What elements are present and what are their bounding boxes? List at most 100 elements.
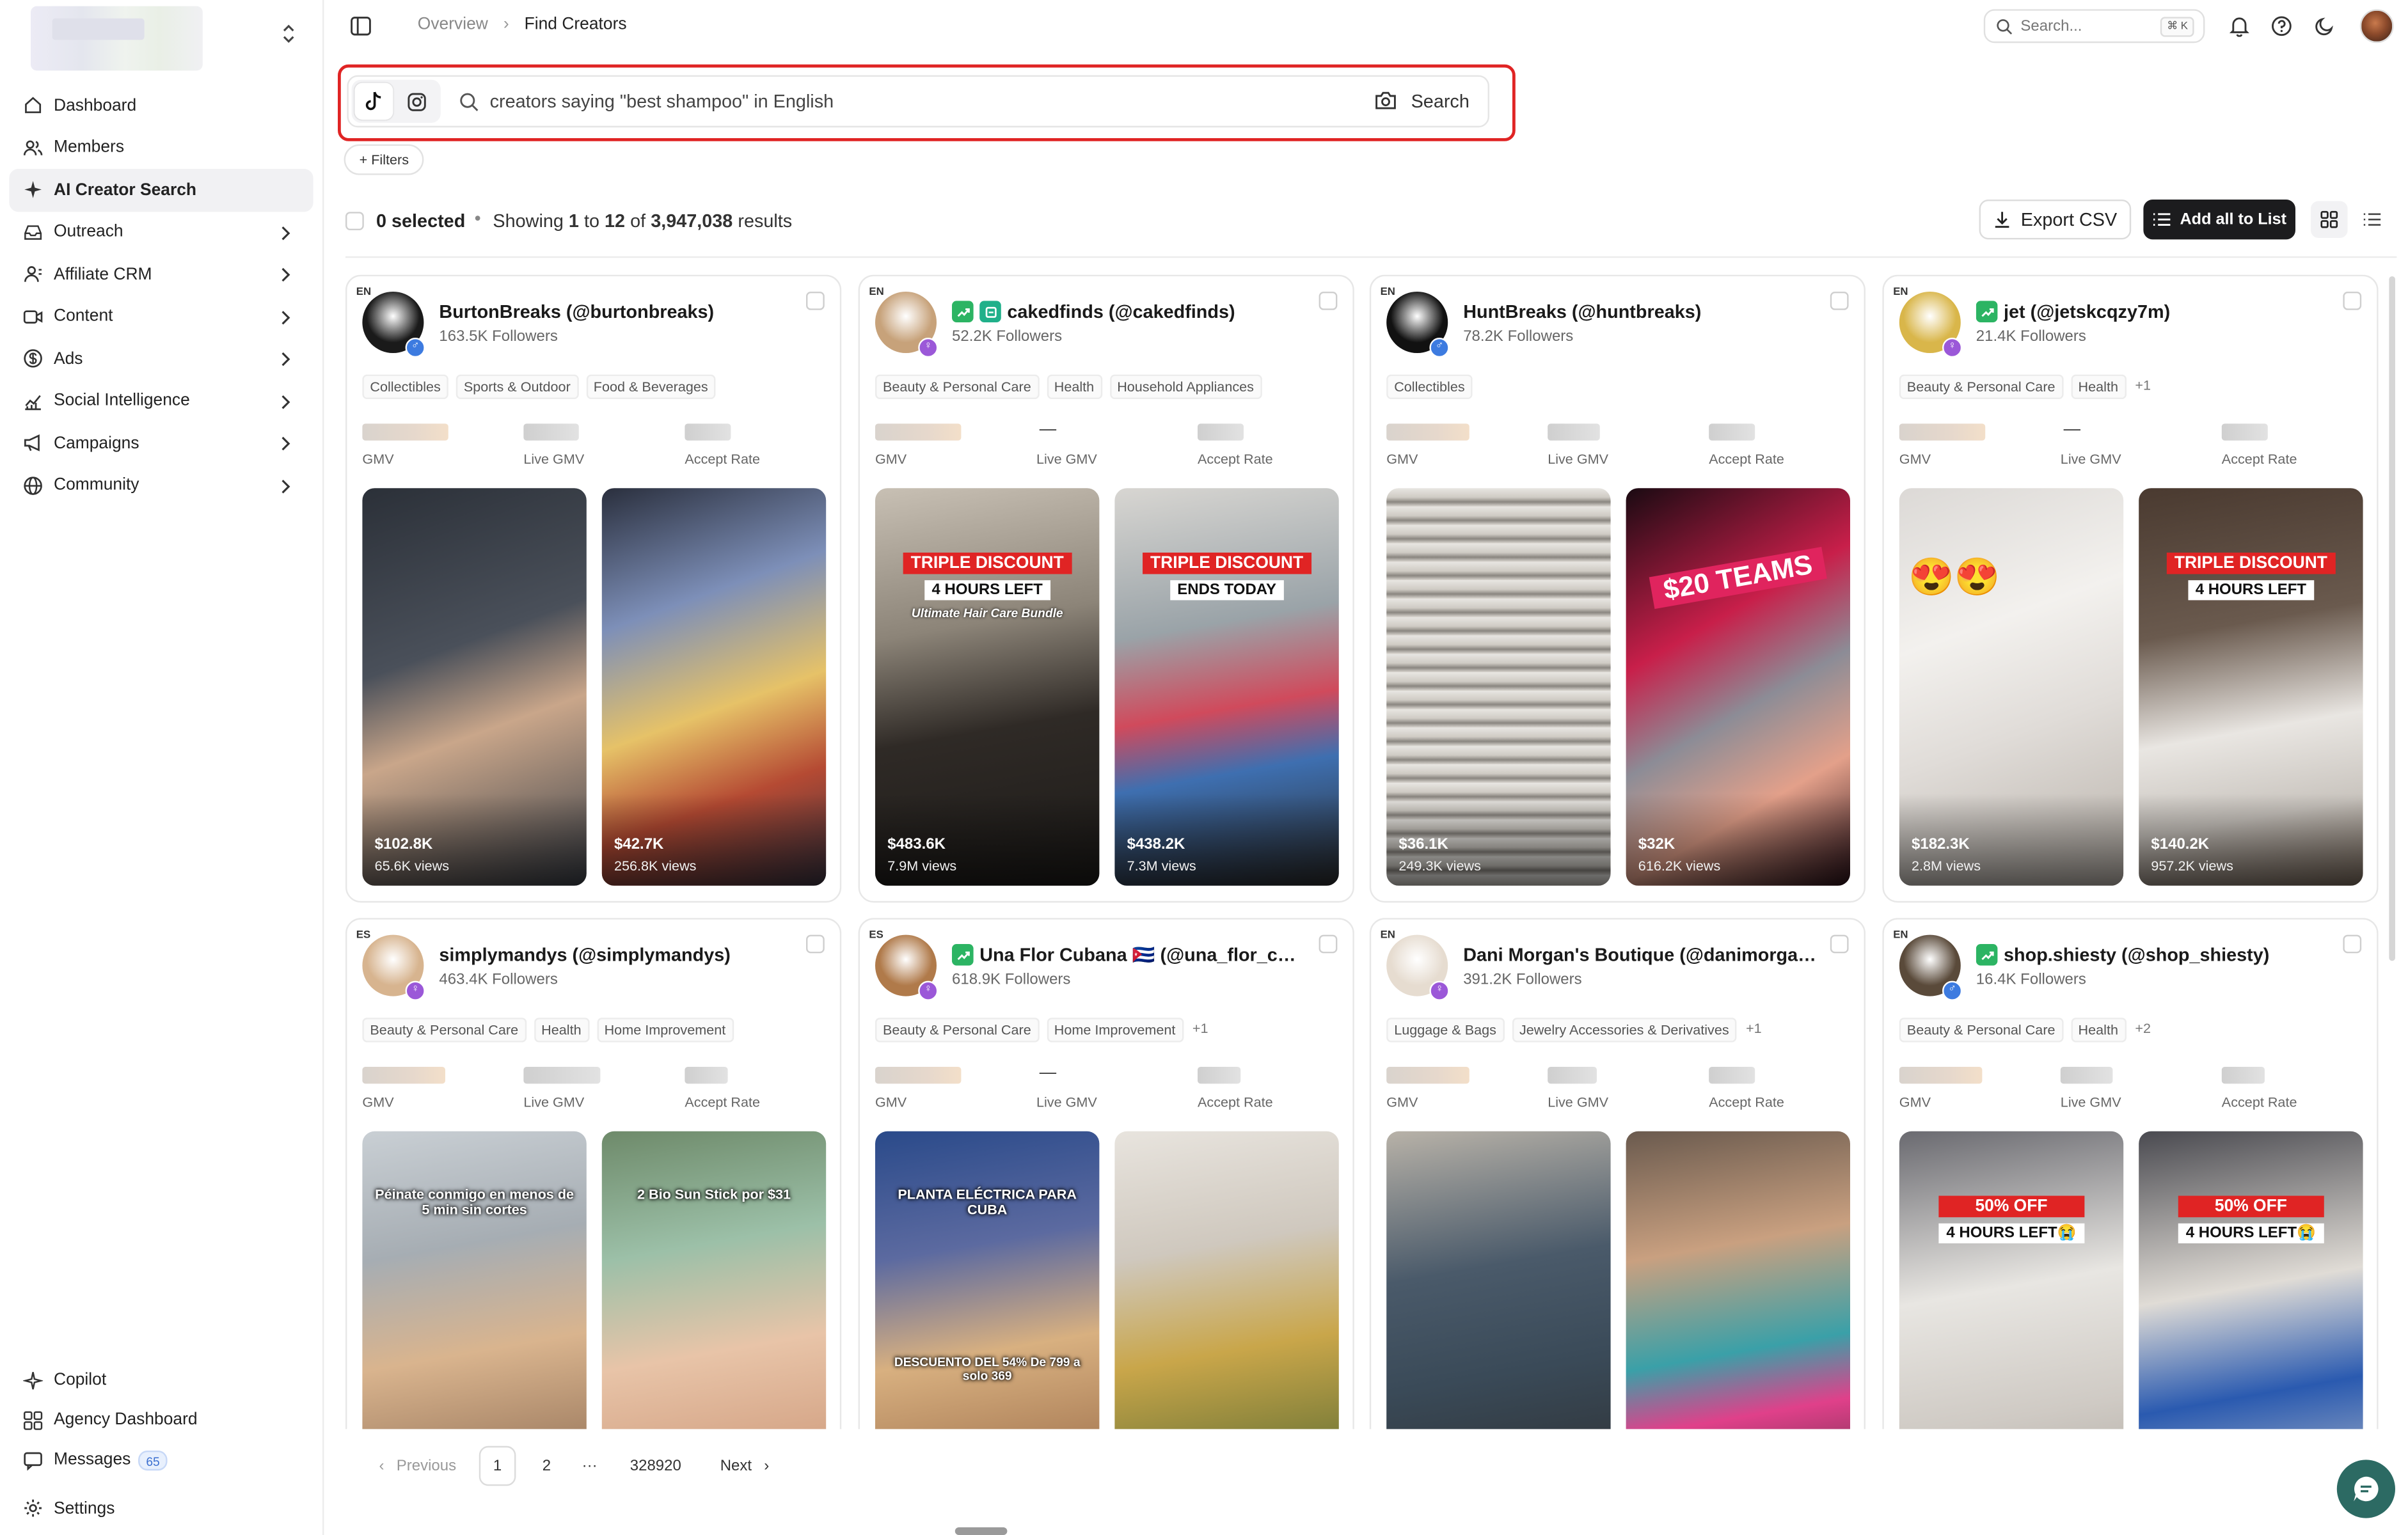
- sidebar-toggle-icon[interactable]: [350, 15, 372, 37]
- select-all-checkbox[interactable]: [345, 212, 364, 230]
- more-tags-count[interactable]: +2: [2134, 1018, 2152, 1042]
- page-button-last[interactable]: 328920: [623, 1446, 688, 1486]
- creator-select-checkbox[interactable]: [2343, 292, 2362, 310]
- page-ellipsis[interactable]: ···: [571, 1446, 608, 1486]
- creator-stats: GMV Live GMV Accept Rate: [1386, 1067, 1850, 1113]
- sidebar-item-social-intelligence[interactable]: Social Intelligence: [9, 380, 313, 422]
- sidebar-item-copilot[interactable]: Copilot: [9, 1360, 313, 1399]
- creator-card[interactable]: EN ♀ Dani Morgan's Boutique (@danimorga… 39…: [1369, 918, 1865, 1429]
- more-tags-count[interactable]: +1: [2134, 375, 2152, 399]
- tiktok-icon[interactable]: [354, 83, 393, 120]
- stat-label: GMV: [1386, 451, 1418, 467]
- creator-card[interactable]: ES ♀ Una Flor Cubana 🇨🇺 (@una_flor_cu… 618.…: [858, 918, 1354, 1429]
- sidebar-item-community[interactable]: Community: [9, 464, 313, 507]
- video-thumbnail[interactable]: [1386, 1131, 1611, 1429]
- sidebar-item-affiliate-crm[interactable]: Affiliate CRM: [9, 253, 313, 295]
- moon-icon[interactable]: [2312, 14, 2336, 38]
- category-tag: Jewelry Accessories & Derivatives: [1511, 1018, 1737, 1043]
- next-page-button[interactable]: Next ›: [709, 1446, 780, 1486]
- horizontal-scrollbar[interactable]: [954, 1527, 1008, 1535]
- creator-name[interactable]: shop.shiesty (@shop_shiesty): [2004, 944, 2269, 966]
- previous-page-button[interactable]: ‹ Previous: [368, 1446, 467, 1486]
- video-thumbnails: TRIPLE DISCOUNT 4 HOURS LEFT Ultimate Hair…: [875, 488, 1339, 886]
- blurred-value: [362, 1067, 445, 1084]
- creator-select-checkbox[interactable]: [1319, 292, 1338, 310]
- video-thumbnail[interactable]: $20 TEAMS $32K 616.2K views: [1626, 488, 1850, 886]
- export-csv-button[interactable]: Export CSV: [1979, 200, 2132, 240]
- camera-icon[interactable]: [1374, 91, 1398, 114]
- sidebar-item-content[interactable]: Content: [9, 295, 313, 338]
- video-thumbnail[interactable]: 😍😍 $182.3K 2.8M views: [1899, 488, 2124, 886]
- chat-support-button[interactable]: [2336, 1460, 2396, 1518]
- video-thumbnail[interactable]: Péinate conmigo en menos de 5 min sin co…: [362, 1131, 587, 1429]
- vertical-scrollbar[interactable]: [2389, 276, 2396, 961]
- more-tags-count[interactable]: +1: [1745, 1018, 1763, 1042]
- creator-select-checkbox[interactable]: [2343, 934, 2362, 954]
- sidebar-item-campaigns[interactable]: Campaigns: [9, 422, 313, 464]
- video-thumbnail[interactable]: $42.7K 256.8K views: [601, 488, 827, 886]
- search-button[interactable]: Search: [1411, 91, 1469, 113]
- global-search-input[interactable]: Search... ⌘ K: [1983, 9, 2205, 43]
- creator-name[interactable]: HuntBreaks (@huntbreaks): [1463, 301, 1701, 322]
- sidebar-item-messages[interactable]: Messages 65: [9, 1440, 313, 1479]
- sidebar-item-settings[interactable]: Settings: [9, 1486, 313, 1531]
- sidebar-item-ai-creator-search[interactable]: AI Creator Search: [9, 169, 313, 211]
- bell-icon[interactable]: [2226, 14, 2251, 38]
- search-query-input[interactable]: creators saying "best shampoo" in Englis…: [490, 91, 834, 113]
- sidebar-item-agency-dashboard[interactable]: Agency Dashboard: [9, 1400, 313, 1440]
- page-button-2[interactable]: 2: [528, 1446, 566, 1486]
- video-thumbnail[interactable]: TRIPLE DISCOUNT 4 HOURS LEFT Ultimate Hair…: [875, 488, 1100, 886]
- creator-stats: GMV Live GMV Accept Rate: [1386, 423, 1850, 469]
- creator-name[interactable]: simplymandys (@simplymandys): [439, 944, 730, 966]
- stat-live-gmv: Live GMV: [523, 1067, 677, 1110]
- video-thumbnail[interactable]: 50% OFF 4 HOURS LEFT😭: [1899, 1131, 2124, 1429]
- sidebar-item-outreach[interactable]: Outreach: [9, 211, 313, 253]
- creator-select-checkbox[interactable]: [806, 934, 825, 954]
- video-thumbnail[interactable]: TRIPLE DISCOUNT 4 HOURS LEFT $140.2K 957.2K…: [2139, 488, 2363, 886]
- sidebar-item-members[interactable]: Members: [9, 127, 313, 169]
- creator-card[interactable]: EN ♂ BurtonBreaks (@burtonbreaks) 163.5K Fo…: [345, 274, 842, 903]
- creator-name[interactable]: Dani Morgan's Boutique (@danimorga…: [1463, 944, 1816, 966]
- creator-name[interactable]: BurtonBreaks (@burtonbreaks): [439, 301, 714, 322]
- home-icon: [23, 95, 43, 115]
- creator-card[interactable]: EN ♂ shop.shiesty (@shop_shiesty) 16.4K Fol…: [1882, 918, 2379, 1429]
- video-thumbnail[interactable]: $102.8K 65.6K views: [362, 488, 587, 886]
- creator-select-checkbox[interactable]: [1319, 934, 1338, 954]
- video-thumbnail[interactable]: [1626, 1131, 1850, 1429]
- creator-name[interactable]: cakedfinds (@cakedfinds): [1007, 301, 1235, 322]
- top-bar: Overview › Find Creators Search... ⌘ K: [326, 0, 2407, 52]
- video-thumbnail[interactable]: [1114, 1131, 1339, 1429]
- creator-card[interactable]: EN ♀ cakedfinds (@cakedfinds) 52.2K Followe…: [858, 274, 1354, 903]
- creator-name[interactable]: Una Flor Cubana 🇨🇺 (@una_flor_cu…: [979, 944, 1305, 966]
- sidebar-item-dashboard[interactable]: Dashboard: [9, 84, 313, 127]
- video-thumbnail[interactable]: 50% OFF 4 HOURS LEFT😭: [2139, 1131, 2363, 1429]
- creator-name[interactable]: jet (@jetskcqzy7m): [2004, 301, 2170, 322]
- creator-select-checkbox[interactable]: [806, 292, 825, 310]
- sidebar-item-ads[interactable]: Ads: [9, 338, 313, 380]
- video-thumbnail[interactable]: TRIPLE DISCOUNT ENDS TODAY $438.2K 7.3M vie…: [1114, 488, 1339, 886]
- grid-view-icon[interactable]: [2311, 201, 2348, 238]
- filters-button[interactable]: + Filters: [344, 144, 425, 175]
- creator-select-checkbox[interactable]: [1830, 292, 1849, 310]
- creator-stats: GMV — Live GMV Accept Rate: [875, 421, 1339, 469]
- video-gmv: $182.3K: [1912, 837, 1970, 854]
- creator-card[interactable]: EN ♂ HuntBreaks (@huntbreaks) 78.2K Followe…: [1369, 274, 1865, 903]
- workspace-switcher[interactable]: [9, 6, 310, 71]
- chevron-updown-icon[interactable]: [276, 23, 301, 54]
- creator-card[interactable]: ES ♀ simplymandys (@simplymandys) 463.4K Fo…: [345, 918, 842, 1429]
- page-button-1[interactable]: 1: [479, 1445, 516, 1486]
- add-all-to-list-button[interactable]: Add all to List: [2143, 200, 2296, 240]
- video-thumbnail[interactable]: 2 Bio Sun Stick por $31: [601, 1131, 827, 1429]
- more-tags-count[interactable]: +1: [1191, 1018, 1209, 1042]
- video-thumbnail[interactable]: PLANTA ELÉCTRICA PARA CUBA DESCUENTO DEL …: [875, 1131, 1100, 1429]
- creator-select-checkbox[interactable]: [1830, 934, 1849, 954]
- video-thumbnail[interactable]: $36.1K 249.3K views: [1386, 488, 1611, 886]
- help-icon[interactable]: [2269, 14, 2293, 38]
- promo-subline: ENDS TODAY: [1169, 580, 1284, 601]
- list-view-icon[interactable]: [2354, 201, 2391, 238]
- chevron-right-icon: [280, 308, 295, 326]
- instagram-icon[interactable]: [398, 83, 436, 120]
- creator-card[interactable]: EN ♀ jet (@jetskcqzy7m) 21.4K Followers Beau…: [1882, 274, 2379, 903]
- breadcrumb-overview[interactable]: Overview: [418, 15, 488, 34]
- user-avatar[interactable]: [2359, 9, 2394, 43]
